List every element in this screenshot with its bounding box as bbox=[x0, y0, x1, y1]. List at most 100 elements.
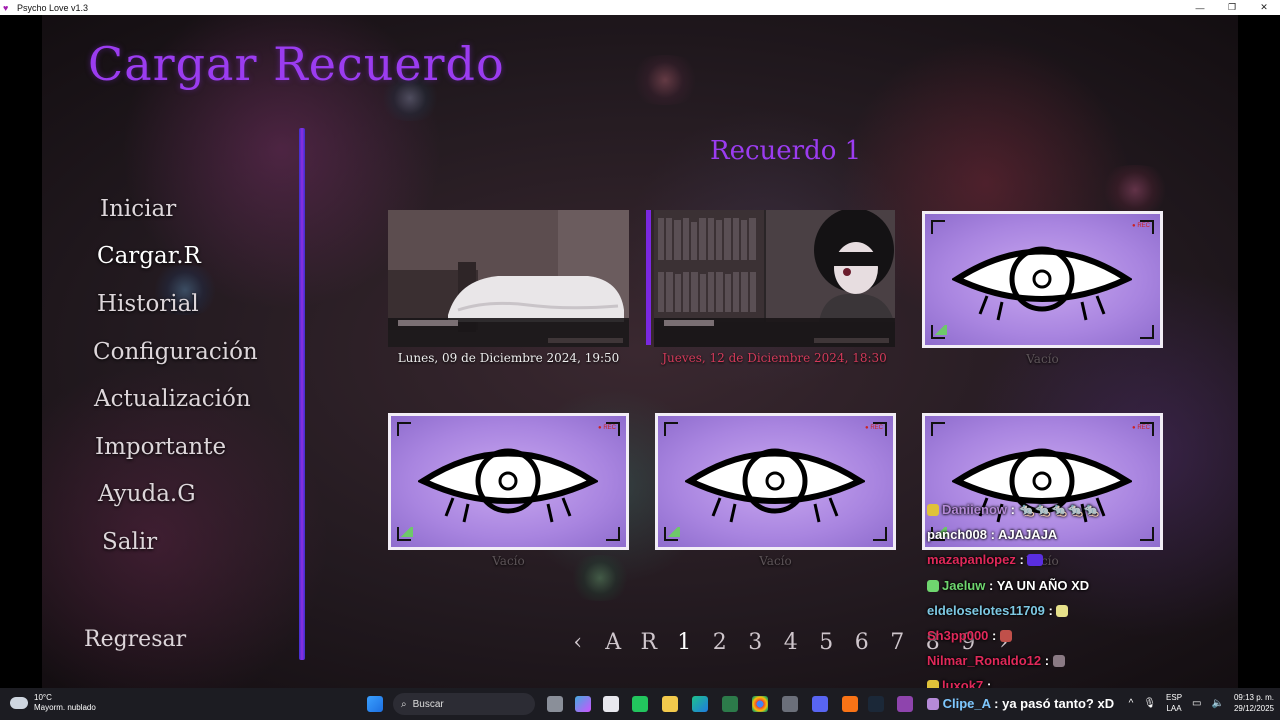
empty-slot-thumbnail: ● REC bbox=[388, 413, 629, 550]
page-5-button[interactable]: 5 bbox=[809, 630, 845, 655]
volume-icon[interactable]: 🔈 bbox=[1212, 698, 1224, 709]
page-auto-button[interactable]: A bbox=[596, 630, 632, 655]
network-icon[interactable]: ▭ bbox=[1192, 698, 1201, 709]
start-icon[interactable] bbox=[367, 696, 383, 712]
empty-slot-thumbnail: ● REC bbox=[655, 413, 896, 550]
steam-icon[interactable] bbox=[868, 696, 884, 712]
menu-item-historial[interactable]: Historial bbox=[97, 291, 199, 317]
menu-divider bbox=[299, 128, 305, 660]
chat-message: mazapanlopez : bbox=[927, 547, 1257, 572]
psycho-love-app-icon[interactable] bbox=[897, 696, 913, 712]
battery-icon bbox=[668, 527, 680, 537]
weather-temp: 10°C bbox=[34, 693, 52, 702]
slot-caption: Vacío bbox=[1026, 352, 1059, 366]
slot-caption: Lunes, 09 de Diciembre 2024, 19:50 bbox=[397, 351, 620, 365]
store-icon[interactable] bbox=[603, 696, 619, 712]
save-slot-1[interactable]: Lunes, 09 de Diciembre 2024, 19:50 bbox=[388, 210, 629, 365]
taskbar-search[interactable]: ⌕ Buscar bbox=[393, 693, 535, 715]
edge-icon[interactable] bbox=[692, 696, 708, 712]
slot-caption: Jueves, 12 de Diciembre 2024, 18:30 bbox=[662, 351, 887, 365]
page-4-button[interactable]: 4 bbox=[773, 630, 809, 655]
search-icon: ⌕ bbox=[401, 698, 407, 710]
page-recent-button[interactable]: R bbox=[631, 630, 667, 655]
slot-caption: Vacío bbox=[492, 554, 525, 568]
system-tray: ^ 🎙 ESP LAA ▭ 🔈 09:13 p. m. 29/12/2025 bbox=[1129, 692, 1274, 714]
chat-message: Jaeluw : YA UN AÑO XD bbox=[927, 573, 1257, 598]
menu-item-iniciar[interactable]: Iniciar bbox=[100, 196, 176, 222]
save-slot-2[interactable]: Jueves, 12 de Diciembre 2024, 18:30 bbox=[646, 210, 896, 365]
language-indicator[interactable]: ESP LAA bbox=[1166, 692, 1182, 714]
chat-message: Nilmar_Ronaldo12 : bbox=[927, 648, 1257, 673]
slot-hover-marker bbox=[646, 210, 651, 345]
bg-eye-icon bbox=[620, 55, 710, 105]
back-button[interactable]: Regresar bbox=[84, 627, 186, 652]
menu-item-cargar[interactable]: Cargar.R bbox=[97, 243, 201, 269]
window-titlebar: ♥ Psycho Love v1.3 — ❐ ✕ bbox=[0, 0, 1280, 15]
menu-item-configuracion[interactable]: Configuración bbox=[93, 339, 258, 365]
battery-icon bbox=[401, 527, 413, 537]
eye-icon bbox=[952, 246, 1132, 321]
app-heart-icon: ♥ bbox=[3, 2, 9, 13]
save-slot-4[interactable]: ● REC Vacío bbox=[388, 413, 629, 568]
rec-indicator-icon: ● REC bbox=[1132, 425, 1150, 431]
page-6-button[interactable]: 6 bbox=[844, 630, 880, 655]
chat-badge-icon bbox=[927, 504, 939, 516]
page-2-button[interactable]: 2 bbox=[702, 630, 738, 655]
weather-desc: Mayorm. nublado bbox=[34, 703, 96, 712]
microphone-icon[interactable]: 🎙 bbox=[1143, 698, 1156, 709]
battery-icon bbox=[935, 325, 947, 335]
menu-item-ayuda[interactable]: Ayuda.G bbox=[98, 481, 196, 507]
chat-message: panch008 : AJAJAJA bbox=[927, 527, 1058, 543]
task-view-icon[interactable] bbox=[547, 696, 563, 712]
rec-indicator-icon: ● REC bbox=[1132, 223, 1150, 229]
rec-indicator-icon: ● REC bbox=[865, 425, 883, 431]
kick-icon[interactable] bbox=[632, 696, 648, 712]
eye-icon bbox=[418, 448, 598, 523]
save-slot-3[interactable]: ● REC Vacío bbox=[922, 211, 1163, 366]
bg-eye-icon bbox=[1090, 165, 1180, 215]
menu-item-importante[interactable]: Importante bbox=[95, 434, 226, 460]
excel-icon[interactable] bbox=[722, 696, 738, 712]
minimize-button[interactable]: — bbox=[1184, 0, 1216, 15]
chat-message: Sh3pp000 : bbox=[927, 623, 1257, 648]
emote-icon bbox=[1000, 630, 1013, 643]
emote-icon bbox=[1056, 604, 1069, 617]
cloud-icon bbox=[10, 697, 28, 709]
chevron-up-icon[interactable]: ^ bbox=[1129, 698, 1134, 709]
slot-thumbnail bbox=[388, 210, 629, 347]
window-title: Psycho Love v1.3 bbox=[17, 2, 89, 13]
close-button[interactable]: ✕ bbox=[1248, 0, 1280, 15]
menu-item-salir[interactable]: Salir bbox=[102, 529, 157, 555]
eye-icon bbox=[685, 448, 865, 523]
slot-thumbnail bbox=[654, 210, 895, 347]
empty-slot-thumbnail: ● REC bbox=[922, 211, 1163, 348]
app-icon[interactable] bbox=[782, 696, 798, 712]
windows-taskbar: 10°C Mayorm. nublado ⌕ Buscar Clipe_A : … bbox=[0, 688, 1280, 720]
page-3-button[interactable]: 3 bbox=[738, 630, 774, 655]
menu-item-actualizacion[interactable]: Actualización bbox=[94, 386, 251, 412]
page-1-button[interactable]: 1 bbox=[667, 630, 703, 655]
page-prev-button[interactable]: ‹ bbox=[560, 630, 596, 655]
left-letterbox bbox=[0, 15, 42, 688]
save-slot-5[interactable]: ● REC Vacío bbox=[655, 413, 896, 568]
file-explorer-icon[interactable] bbox=[662, 696, 678, 712]
slot-page-title: Recuerdo 1 bbox=[710, 136, 862, 166]
app-icon[interactable] bbox=[842, 696, 858, 712]
stream-chat-overlay: Daniienow : 🐀🐀🐀🐀🐀 panch008 : AJAJAJA maz… bbox=[927, 497, 1257, 699]
copilot-icon[interactable] bbox=[575, 696, 591, 712]
search-placeholder: Buscar bbox=[412, 698, 444, 710]
rec-indicator-icon: ● REC bbox=[598, 425, 616, 431]
emote-icon bbox=[1052, 655, 1065, 668]
chat-message: eldeloselotes11709 : bbox=[927, 598, 1257, 623]
discord-icon[interactable] bbox=[812, 696, 828, 712]
screen-title: Cargar Recuerdo bbox=[88, 37, 505, 91]
chat-badge-icon bbox=[927, 579, 939, 592]
slot-caption: Vacío bbox=[759, 554, 792, 568]
chat-badge-icon bbox=[927, 698, 939, 710]
weather-widget[interactable]: 10°C Mayorm. nublado bbox=[10, 693, 96, 713]
page-7-button[interactable]: 7 bbox=[880, 630, 916, 655]
chrome-icon[interactable] bbox=[752, 696, 768, 712]
maximize-button[interactable]: ❐ bbox=[1216, 0, 1248, 15]
clock[interactable]: 09:13 p. m. 29/12/2025 bbox=[1234, 692, 1274, 714]
emote-icon bbox=[1027, 554, 1044, 567]
